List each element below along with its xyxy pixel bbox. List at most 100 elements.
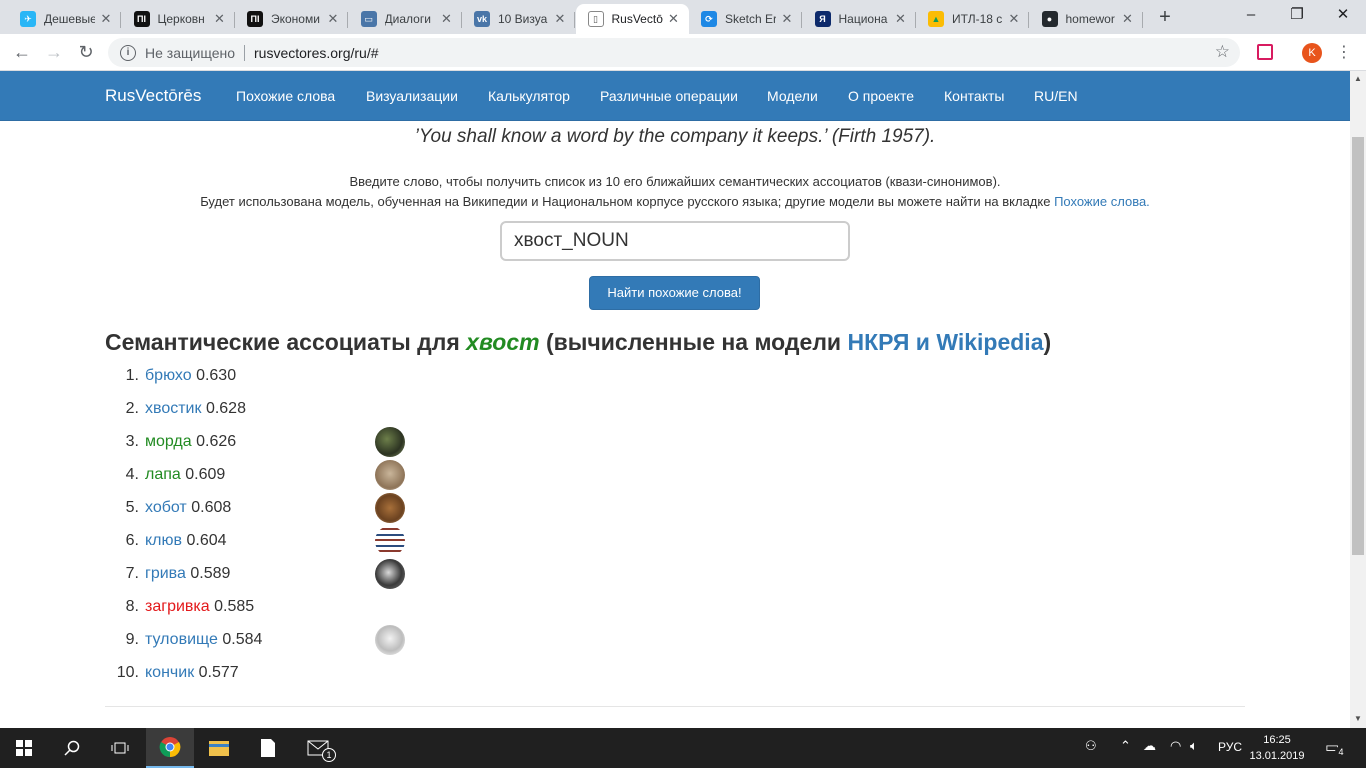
result-word-link[interactable]: загривка <box>145 598 210 615</box>
tab-close-icon[interactable]: ✕ <box>440 11 454 27</box>
profile-avatar[interactable]: K <box>1302 43 1322 63</box>
result-thumbnail-image[interactable] <box>375 526 405 556</box>
scroll-down-arrow-icon[interactable]: ▼ <box>1354 714 1362 723</box>
nav-link[interactable]: RU/EN <box>1034 88 1078 104</box>
tab-close-icon[interactable]: ✕ <box>553 11 567 27</box>
result-score: 0.585 <box>214 598 255 615</box>
result-thumbnail-image[interactable] <box>375 559 405 589</box>
tab-close-icon[interactable]: ✕ <box>1007 11 1021 27</box>
tab-favicon-icon: ▲ <box>928 11 944 27</box>
tab-title: homewor <box>1065 12 1115 26</box>
tab-close-icon[interactable]: ✕ <box>326 11 340 27</box>
maximize-button[interactable]: ❐ <box>1274 0 1320 30</box>
intro-line-2-text: Будет использована модель, обученная на … <box>200 194 1055 209</box>
clock[interactable]: 16:25 13.01.2019 <box>1247 732 1307 764</box>
extension-icon[interactable] <box>1257 44 1273 60</box>
result-word-link[interactable]: туловище <box>145 631 218 648</box>
file-explorer-button[interactable] <box>195 728 243 768</box>
reload-button[interactable]: ↻ <box>74 40 98 64</box>
tab-favicon-icon: ▭ <box>360 11 377 27</box>
result-thumbnail-image[interactable] <box>375 493 405 523</box>
result-thumbnail-image[interactable] <box>375 625 405 655</box>
search-button[interactable] <box>48 728 96 768</box>
nav-link[interactable]: Модели <box>767 88 818 104</box>
result-word-link[interactable]: клюв <box>145 532 182 549</box>
brand-link[interactable]: RusVectōrēs <box>105 86 201 106</box>
url-text[interactable]: rusvectores.org/ru/# <box>254 45 379 61</box>
browser-menu-icon[interactable]: ⋮ <box>1336 42 1352 62</box>
tab-close-icon[interactable]: ✕ <box>1121 11 1135 27</box>
tab-close-icon[interactable]: ✕ <box>213 11 227 27</box>
result-score: 0.609 <box>185 466 226 483</box>
mail-button[interactable]: 1 <box>294 728 342 768</box>
new-tab-button[interactable]: + <box>1153 6 1177 30</box>
result-rank: 5. <box>125 499 139 516</box>
result-rank: 3. <box>125 433 139 450</box>
browser-tab[interactable]: ▯ RusVectō ✕ <box>575 4 689 34</box>
nav-link[interactable]: Калькулятор <box>488 88 570 104</box>
result-score: 0.630 <box>196 367 237 384</box>
browser-tab[interactable]: ● homewor ✕ <box>1030 4 1143 34</box>
result-rank: 7. <box>125 565 139 582</box>
language-indicator[interactable]: РУС <box>1218 740 1242 754</box>
tab-close-icon[interactable]: ✕ <box>99 11 113 27</box>
result-thumbnail-image[interactable] <box>375 460 405 490</box>
scrollbar-thumb[interactable] <box>1352 137 1364 555</box>
address-bar[interactable]: i Не защищено rusvectores.org/ru/# ☆ <box>108 38 1240 67</box>
back-button[interactable]: ← <box>10 40 34 64</box>
browser-tab[interactable]: ⟳ Sketch Er ✕ <box>689 4 802 34</box>
chrome-taskbar-button[interactable] <box>146 728 194 768</box>
address-divider <box>244 44 245 61</box>
nav-link[interactable]: Различные операции <box>600 88 738 104</box>
result-item: 3. морда 0.626 <box>105 427 505 457</box>
wifi-icon[interactable]: ◠ <box>1170 738 1181 754</box>
result-word-link[interactable]: грива <box>145 565 186 582</box>
action-center-icon[interactable]: ▭ 4 <box>1325 738 1347 758</box>
bookmark-star-icon[interactable]: ☆ <box>1215 42 1230 62</box>
result-word-link[interactable]: морда <box>145 433 192 450</box>
browser-tab[interactable]: ▲ ИТЛ-18 с ✕ <box>916 4 1029 34</box>
browser-tab[interactable]: Я Национа ✕ <box>803 4 916 34</box>
browser-tab[interactable]: ▭ Диалоги ✕ <box>349 4 462 34</box>
result-word-link[interactable]: хвостик <box>145 400 201 417</box>
result-word-link[interactable]: лапа <box>145 466 181 483</box>
show-hidden-icons-chevron-icon[interactable]: ⌃ <box>1120 738 1131 754</box>
info-icon[interactable]: i <box>120 44 136 61</box>
similar-words-link[interactable]: Похожие слова. <box>1054 194 1150 209</box>
result-word-link[interactable]: хобот <box>145 499 187 516</box>
task-view-button[interactable] <box>96 728 144 768</box>
forward-button[interactable]: → <box>42 40 66 64</box>
tab-close-icon[interactable]: ✕ <box>667 11 681 27</box>
network-icon[interactable]: ☁ <box>1143 738 1156 754</box>
tab-favicon-icon: ▯ <box>587 11 604 27</box>
nav-link[interactable]: Контакты <box>944 88 1004 104</box>
find-similar-button[interactable]: Найти похожие слова! <box>589 276 760 310</box>
tab-favicon-icon: ⟳ <box>701 11 717 27</box>
result-word-link[interactable]: брюхо <box>145 367 192 384</box>
close-window-button[interactable]: ✕ <box>1320 0 1366 30</box>
start-button[interactable] <box>0 728 48 768</box>
search-input[interactable] <box>500 221 850 261</box>
page-scrollbar[interactable]: ▲ ▼ <box>1350 71 1366 728</box>
notepad-button[interactable] <box>244 728 292 768</box>
result-word-link[interactable]: кончик <box>145 664 194 681</box>
tab-separator <box>1141 12 1143 28</box>
nav-link[interactable]: Похожие слова <box>236 88 335 104</box>
result-thumbnail-image[interactable] <box>375 427 405 457</box>
tab-close-icon[interactable]: ✕ <box>894 11 908 27</box>
browser-tab[interactable]: vk 10 Визуа ✕ <box>462 4 575 34</box>
browser-tab[interactable]: ПI Экономи ✕ <box>235 4 348 34</box>
browser-tab[interactable]: ПI Церковн ✕ <box>122 4 235 34</box>
minimize-button[interactable]: – <box>1228 0 1274 30</box>
browser-tab[interactable]: ✈ Дешевые ✕ <box>8 4 121 34</box>
scroll-up-arrow-icon[interactable]: ▲ <box>1354 74 1362 83</box>
volume-icon[interactable]: 🔈︎ <box>1190 738 1198 754</box>
model-link[interactable]: НКРЯ и Wikipedia <box>847 329 1043 355</box>
tab-close-icon[interactable]: ✕ <box>780 11 794 27</box>
nav-link[interactable]: Визуализации <box>366 88 458 104</box>
people-icon[interactable]: ⚇ <box>1085 738 1097 754</box>
nav-link[interactable]: О проекте <box>848 88 914 104</box>
divider <box>105 706 1245 707</box>
result-entry: клюв 0.604 <box>145 532 227 550</box>
intro-line-1: Введите слово, чтобы получить список из … <box>349 174 1001 189</box>
